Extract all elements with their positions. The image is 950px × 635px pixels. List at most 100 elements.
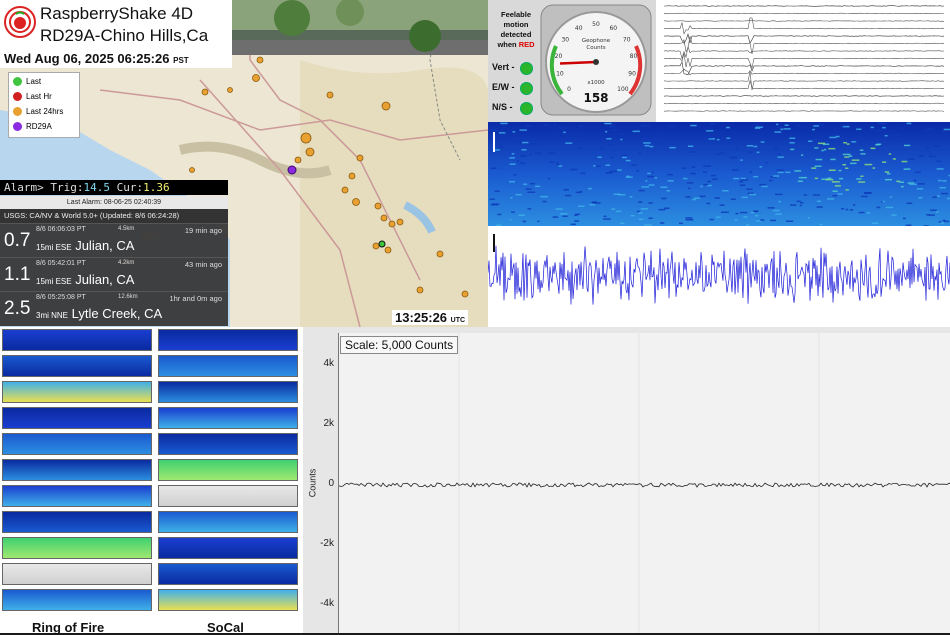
- quake-direction: 15mi ESE: [36, 243, 72, 252]
- ring-of-fire-station-tile[interactable]: [2, 433, 152, 455]
- quake-list-item[interactable]: 2.5 8/6 05:25:08 PT 12.6km 1hr and 0m ag…: [0, 291, 228, 326]
- motion-line: Feelable: [492, 10, 540, 20]
- gauge-value: 158: [583, 91, 608, 105]
- motion-when: when: [497, 40, 516, 49]
- socal-station-tile[interactable]: [158, 537, 298, 559]
- legend-label: Last Hr: [26, 92, 52, 101]
- utc-clock: 13:25:26 UTC: [392, 310, 468, 325]
- legend-label: Last 24hrs: [26, 107, 63, 116]
- spectrogram: [488, 122, 950, 226]
- gauge-tick-label: 0: [567, 86, 571, 93]
- utc-tz: UTC: [451, 317, 465, 324]
- gauge-label-sub: Counts: [586, 45, 605, 51]
- quake-place: Lytle Creek, CA: [72, 306, 163, 321]
- legend-item: RD29A: [13, 120, 52, 134]
- quake-time: 8/6 06:06:03 PT: [36, 226, 86, 233]
- helicorder-trace: [664, 81, 944, 89]
- ring-of-fire-station-tile[interactable]: [2, 329, 152, 351]
- gauge-needle: [560, 62, 596, 64]
- motion-explainer: Feelable motion detected when RED: [492, 10, 540, 50]
- quake-list-item[interactable]: 0.7 8/6 06:06:03 PT 4.5km 19 min ago 15m…: [0, 223, 228, 257]
- brand-title: RaspberryShake 4D: [40, 4, 193, 24]
- socal-station-tile[interactable]: [158, 511, 298, 533]
- last-alarm-text: Last Alarm: 08-06-25 02:40:39: [0, 196, 228, 209]
- legend-item: Last Hr: [13, 90, 52, 104]
- quake-direction: 3mi NNE: [36, 311, 68, 320]
- quake-ago: 19 min ago: [185, 226, 222, 235]
- alarm-prefix: Alarm> Trig:: [4, 181, 83, 194]
- purple-dot-icon: [13, 122, 22, 131]
- green-dot-icon: [13, 77, 22, 86]
- datetime-value: Wed Aug 06, 2025 06:25:26: [4, 51, 169, 66]
- gauge-tick-label: 70: [623, 37, 631, 44]
- station-name: RD29A-Chino Hills,Ca: [40, 26, 208, 46]
- quake-direction: 15mi ESE: [36, 277, 72, 286]
- quake-magnitude: 2.5: [4, 298, 30, 320]
- ring-of-fire-station-tile[interactable]: [2, 485, 152, 507]
- ring-of-fire-station-tile[interactable]: [2, 459, 152, 481]
- legend-item: Last 24hrs: [13, 105, 63, 119]
- helicorder-trace: [664, 6, 944, 7]
- ring-of-fire-station-tile[interactable]: [2, 563, 152, 585]
- local-datetime: Wed Aug 06, 2025 06:25:26 PST: [4, 51, 189, 66]
- map-legend: Last Last Hr Last 24hrs RD29A: [8, 72, 80, 138]
- socal-station-tile[interactable]: [158, 407, 298, 429]
- geophone-gauge: 0102030405060708090100 Geophone Counts x…: [540, 4, 652, 116]
- ring-of-fire-station-tile[interactable]: [2, 589, 152, 611]
- orange-dot-icon: [13, 107, 22, 116]
- axis-label-ew: E/W -: [492, 82, 515, 92]
- quake-magnitude: 1.1: [4, 264, 30, 286]
- counts-trace: [339, 483, 950, 487]
- socal-station-tile[interactable]: [158, 589, 298, 611]
- socal-station-tile[interactable]: [158, 485, 298, 507]
- ring-of-fire-station-tile[interactable]: [2, 511, 152, 533]
- quake-list-item[interactable]: 1.1 8/6 05:42:01 PT 4.2km 43 min ago 15m…: [0, 257, 228, 291]
- red-dot-icon: [13, 92, 22, 101]
- quake-depth: 4.5km: [118, 226, 134, 232]
- helicorder-trace: [664, 62, 944, 75]
- quake-place: Julian, CA: [75, 272, 134, 287]
- datetime-tz: PST: [173, 56, 189, 65]
- gauge-tick-label: 80: [630, 53, 638, 60]
- y-axis-label: Counts: [307, 469, 317, 498]
- quake-ago: 43 min ago: [185, 260, 222, 269]
- quake-place: Julian, CA: [75, 238, 134, 253]
- socal-station-tile[interactable]: [158, 381, 298, 403]
- ring-of-fire-station-tile[interactable]: [2, 355, 152, 377]
- helicorder-trace: [664, 72, 944, 90]
- helicorder-trace: [664, 96, 944, 97]
- utc-time: 13:25:26: [395, 310, 447, 325]
- ring-of-fire-station-tile[interactable]: [2, 537, 152, 559]
- ns-status-led-icon: [520, 102, 533, 115]
- quake-location: 15mi ESE Julian, CA: [36, 238, 134, 253]
- axis-label-vert: Vert -: [492, 62, 515, 72]
- y-tick-label: 2k: [312, 418, 334, 429]
- ew-status-led-icon: [520, 82, 533, 95]
- socal-station-tile[interactable]: [158, 329, 298, 351]
- helicorder-plot: [656, 0, 950, 122]
- gauge-multiplier: x1000: [587, 80, 605, 86]
- gauge-label-top: Geophone: [582, 38, 611, 44]
- motion-line: detected: [492, 30, 540, 40]
- axis-label-ns: N/S -: [492, 102, 513, 112]
- socal-station-tile[interactable]: [158, 563, 298, 585]
- alarm-current-value: 1.36: [143, 181, 170, 194]
- quake-magnitude: 0.7: [4, 230, 30, 252]
- legend-label: Last: [26, 77, 41, 86]
- quake-ago: 1hr and 0m ago: [169, 294, 222, 303]
- quake-time: 8/6 05:42:01 PT: [36, 260, 86, 267]
- socal-station-tile[interactable]: [158, 433, 298, 455]
- socal-station-tile[interactable]: [158, 459, 298, 481]
- quake-location: 15mi ESE Julian, CA: [36, 272, 134, 287]
- vert-status-led-icon: [520, 62, 533, 75]
- helicorder-trace: [664, 20, 944, 21]
- gauge-tick-label: 60: [609, 25, 617, 32]
- y-tick-label: 4k: [312, 358, 334, 369]
- socal-station-tile[interactable]: [158, 355, 298, 377]
- y-tick-label: -4k: [312, 598, 334, 609]
- ring-of-fire-station-tile[interactable]: [2, 381, 152, 403]
- ring-of-fire-station-tile[interactable]: [2, 407, 152, 429]
- gauge-tick-label: 10: [556, 71, 564, 78]
- gauge-tick-label: 90: [628, 71, 636, 78]
- helicorder-trace: [664, 69, 944, 75]
